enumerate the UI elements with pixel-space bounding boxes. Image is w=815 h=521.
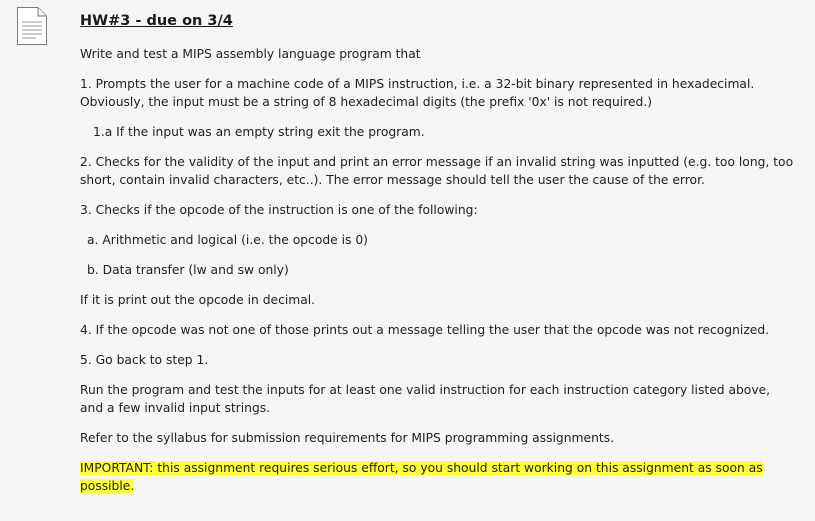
step-2-text: 2. Checks for the validity of the input … bbox=[80, 155, 794, 187]
assignment-content: HW#3 - due on 3/4 Write and test a MIPS … bbox=[80, 11, 795, 507]
syllabus-note-text: Refer to the syllabus for submission req… bbox=[80, 431, 615, 445]
assignment-title[interactable]: HW#3 - due on 3/4 bbox=[80, 11, 795, 31]
run-instructions-text: Run the program and test the inputs for … bbox=[80, 383, 771, 415]
step-3b-text: b. Data transfer (lw and sw only) bbox=[87, 263, 289, 277]
step-3a-text: a. Arithmetic and logical (i.e. the opco… bbox=[87, 233, 368, 247]
important-note: IMPORTANT: this assignment requires seri… bbox=[80, 459, 795, 495]
step-3-text: 3. Checks if the opcode of the instructi… bbox=[80, 203, 478, 217]
intro-text: Write and test a MIPS assembly language … bbox=[80, 47, 421, 61]
step-4-text: 4. If the opcode was not one of those pr… bbox=[80, 323, 770, 337]
step-3c-text: If it is print out the opcode in decimal… bbox=[80, 293, 316, 307]
step-1a-text: 1.a If the input was an empty string exi… bbox=[93, 125, 425, 139]
important-note-highlight: IMPORTANT: this assignment requires seri… bbox=[80, 461, 763, 493]
step-5-text: 5. Go back to step 1. bbox=[80, 353, 209, 367]
document-icon bbox=[16, 6, 48, 46]
step-1-text: 1. Prompts the user for a machine code o… bbox=[80, 77, 755, 109]
